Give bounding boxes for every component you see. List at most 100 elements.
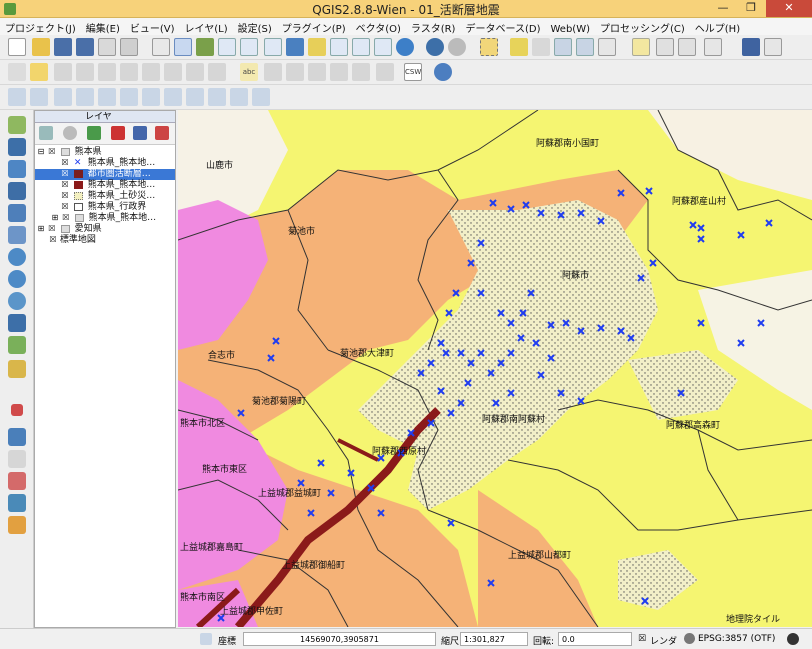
select-by-expression-icon[interactable] [532, 38, 550, 56]
attribute-table-icon[interactable] [554, 38, 572, 56]
zoom-out-icon[interactable] [240, 38, 258, 56]
save-as-icon[interactable] [76, 38, 94, 56]
add-delimited-text-icon[interactable] [208, 88, 226, 106]
add-oracle-icon[interactable] [120, 88, 138, 106]
layer-item[interactable]: ☒ 熊本県_行政界 [35, 202, 175, 213]
add-mssql-layer-icon[interactable] [8, 204, 26, 222]
add-wcs-layer-icon[interactable] [8, 270, 26, 288]
layer-checkbox[interactable]: ☒ [61, 191, 69, 200]
add-vector-icon[interactable] [8, 116, 26, 134]
manage-visibility-icon[interactable] [63, 126, 77, 140]
edit-geometry-icon[interactable] [8, 516, 26, 534]
add-vector-layer-icon[interactable] [8, 88, 26, 106]
layer-item[interactable]: ⊞ ☒ 熊本県_熊本地… [35, 213, 175, 224]
minimize-button[interactable]: — [710, 0, 736, 17]
maximize-button[interactable]: ❐ [738, 0, 764, 17]
node-tool-icon[interactable] [120, 63, 138, 81]
add-raster-icon[interactable] [8, 138, 26, 156]
change-label-icon[interactable] [352, 63, 370, 81]
move-feature-icon[interactable] [98, 63, 116, 81]
whats-this-icon[interactable] [764, 38, 782, 56]
add-mssql-icon[interactable] [98, 88, 116, 106]
field-calculator-icon[interactable] [576, 38, 594, 56]
add-raster-layer-icon[interactable] [30, 88, 48, 106]
delete-selected-icon[interactable] [142, 63, 160, 81]
label-tool-icon[interactable]: abc [240, 63, 258, 81]
identify-icon[interactable] [426, 38, 444, 56]
add-postgis-layer-icon[interactable] [8, 160, 26, 178]
layer-checkbox[interactable]: ☒ [49, 235, 57, 244]
zoom-last-icon[interactable] [352, 38, 370, 56]
layer-checkbox[interactable]: ☒ [61, 169, 69, 178]
add-delimited-icon[interactable] [8, 314, 26, 332]
deselect-icon[interactable] [510, 38, 528, 56]
layer-group-kumamoto[interactable]: ⊟ ☒ 熊本県 [35, 147, 175, 158]
add-wms-layer-icon[interactable] [8, 248, 26, 266]
select-features-icon[interactable] [480, 38, 498, 56]
expander-icon[interactable]: ⊞ [37, 224, 45, 233]
expand-all-icon[interactable] [133, 126, 147, 140]
scale-field[interactable]: 1:301,827 [460, 632, 528, 646]
new-project-icon[interactable] [8, 38, 26, 56]
add-wfs-layer-icon[interactable] [8, 292, 26, 310]
rotate-label-icon[interactable] [330, 63, 348, 81]
pan-hand-icon[interactable] [174, 38, 192, 56]
show-bookmarks-icon[interactable] [678, 38, 696, 56]
filter-legend-icon[interactable] [87, 126, 101, 140]
save-project-icon[interactable] [54, 38, 72, 56]
expander-icon[interactable]: ⊞ [51, 213, 59, 222]
zoom-selection-icon[interactable] [308, 38, 326, 56]
style-dock-icon[interactable] [8, 494, 26, 512]
map-tips-icon[interactable] [632, 38, 650, 56]
show-labels-icon[interactable] [286, 63, 304, 81]
layer-checkbox[interactable]: ☒ [61, 180, 69, 189]
layer-item-basemap[interactable]: ☒ 標準地図 [35, 235, 175, 246]
toggle-editing-icon[interactable] [30, 63, 48, 81]
layer-item[interactable]: ☒ ✕ 熊本県_熊本地… [35, 158, 175, 169]
measure-icon[interactable] [598, 38, 616, 56]
reshape-icon[interactable] [8, 472, 26, 490]
zoom-full-icon[interactable] [286, 38, 304, 56]
new-shapefile-icon[interactable] [230, 88, 248, 106]
open-styling-icon[interactable] [39, 126, 53, 140]
pin-labels-icon[interactable] [264, 63, 282, 81]
add-vertex-icon[interactable] [11, 404, 23, 416]
layer-item-selected[interactable]: ☒ 都市圏活断層… [35, 169, 175, 180]
layer-checkbox[interactable]: ☒ [61, 202, 69, 211]
close-button[interactable]: ✕ [766, 0, 812, 17]
layer-checkbox[interactable]: ☒ [48, 224, 56, 233]
print-composer-icon[interactable] [98, 38, 116, 56]
expander-icon[interactable]: ⊟ [37, 147, 45, 156]
layer-item[interactable]: ☒ 熊本県_土砂災… [35, 191, 175, 202]
add-virtual-layer-icon[interactable] [8, 360, 26, 378]
new-spatialite-icon[interactable] [252, 88, 270, 106]
refresh-icon[interactable] [396, 38, 414, 56]
move-label-icon[interactable] [308, 63, 326, 81]
run-action-icon[interactable] [448, 38, 466, 56]
digitize-icon[interactable] [8, 428, 26, 446]
node-edit-icon[interactable] [8, 450, 26, 468]
coordinate-field[interactable]: 14569070,3905871 [243, 632, 436, 646]
new-layer-icon[interactable] [8, 336, 26, 354]
zoom-native-icon[interactable] [264, 38, 282, 56]
cut-features-icon[interactable] [164, 63, 182, 81]
crs-button[interactable]: EPSG:3857 (OTF) [698, 634, 775, 644]
map-canvas[interactable]: 山鹿市 阿蘇郡南小国町 阿蘇郡産山村 菊池市 阿蘇市 合志市 菊池郡大津町 菊池… [178, 110, 812, 627]
bookmark-icon[interactable] [656, 38, 674, 56]
layer-checkbox[interactable]: ☒ [48, 147, 56, 156]
paste-features-icon[interactable] [208, 63, 226, 81]
layer-checkbox[interactable]: ☒ [61, 158, 69, 167]
add-postgis-icon[interactable] [54, 88, 72, 106]
add-group-icon[interactable] [111, 126, 125, 140]
messages-icon[interactable] [787, 633, 799, 645]
add-wms-icon[interactable] [142, 88, 160, 106]
rotation-field[interactable]: 0.0 [558, 632, 632, 646]
composer-manager-icon[interactable] [120, 38, 138, 56]
coordinate-toggle-icon[interactable] [200, 633, 212, 645]
pan-to-selection-icon[interactable] [196, 38, 214, 56]
add-spatialite-layer-icon[interactable] [8, 182, 26, 200]
touch-zoom-icon[interactable] [152, 38, 170, 56]
current-edits-icon[interactable] [8, 63, 26, 81]
zoom-next-icon[interactable] [374, 38, 392, 56]
add-spatialite-icon[interactable] [76, 88, 94, 106]
